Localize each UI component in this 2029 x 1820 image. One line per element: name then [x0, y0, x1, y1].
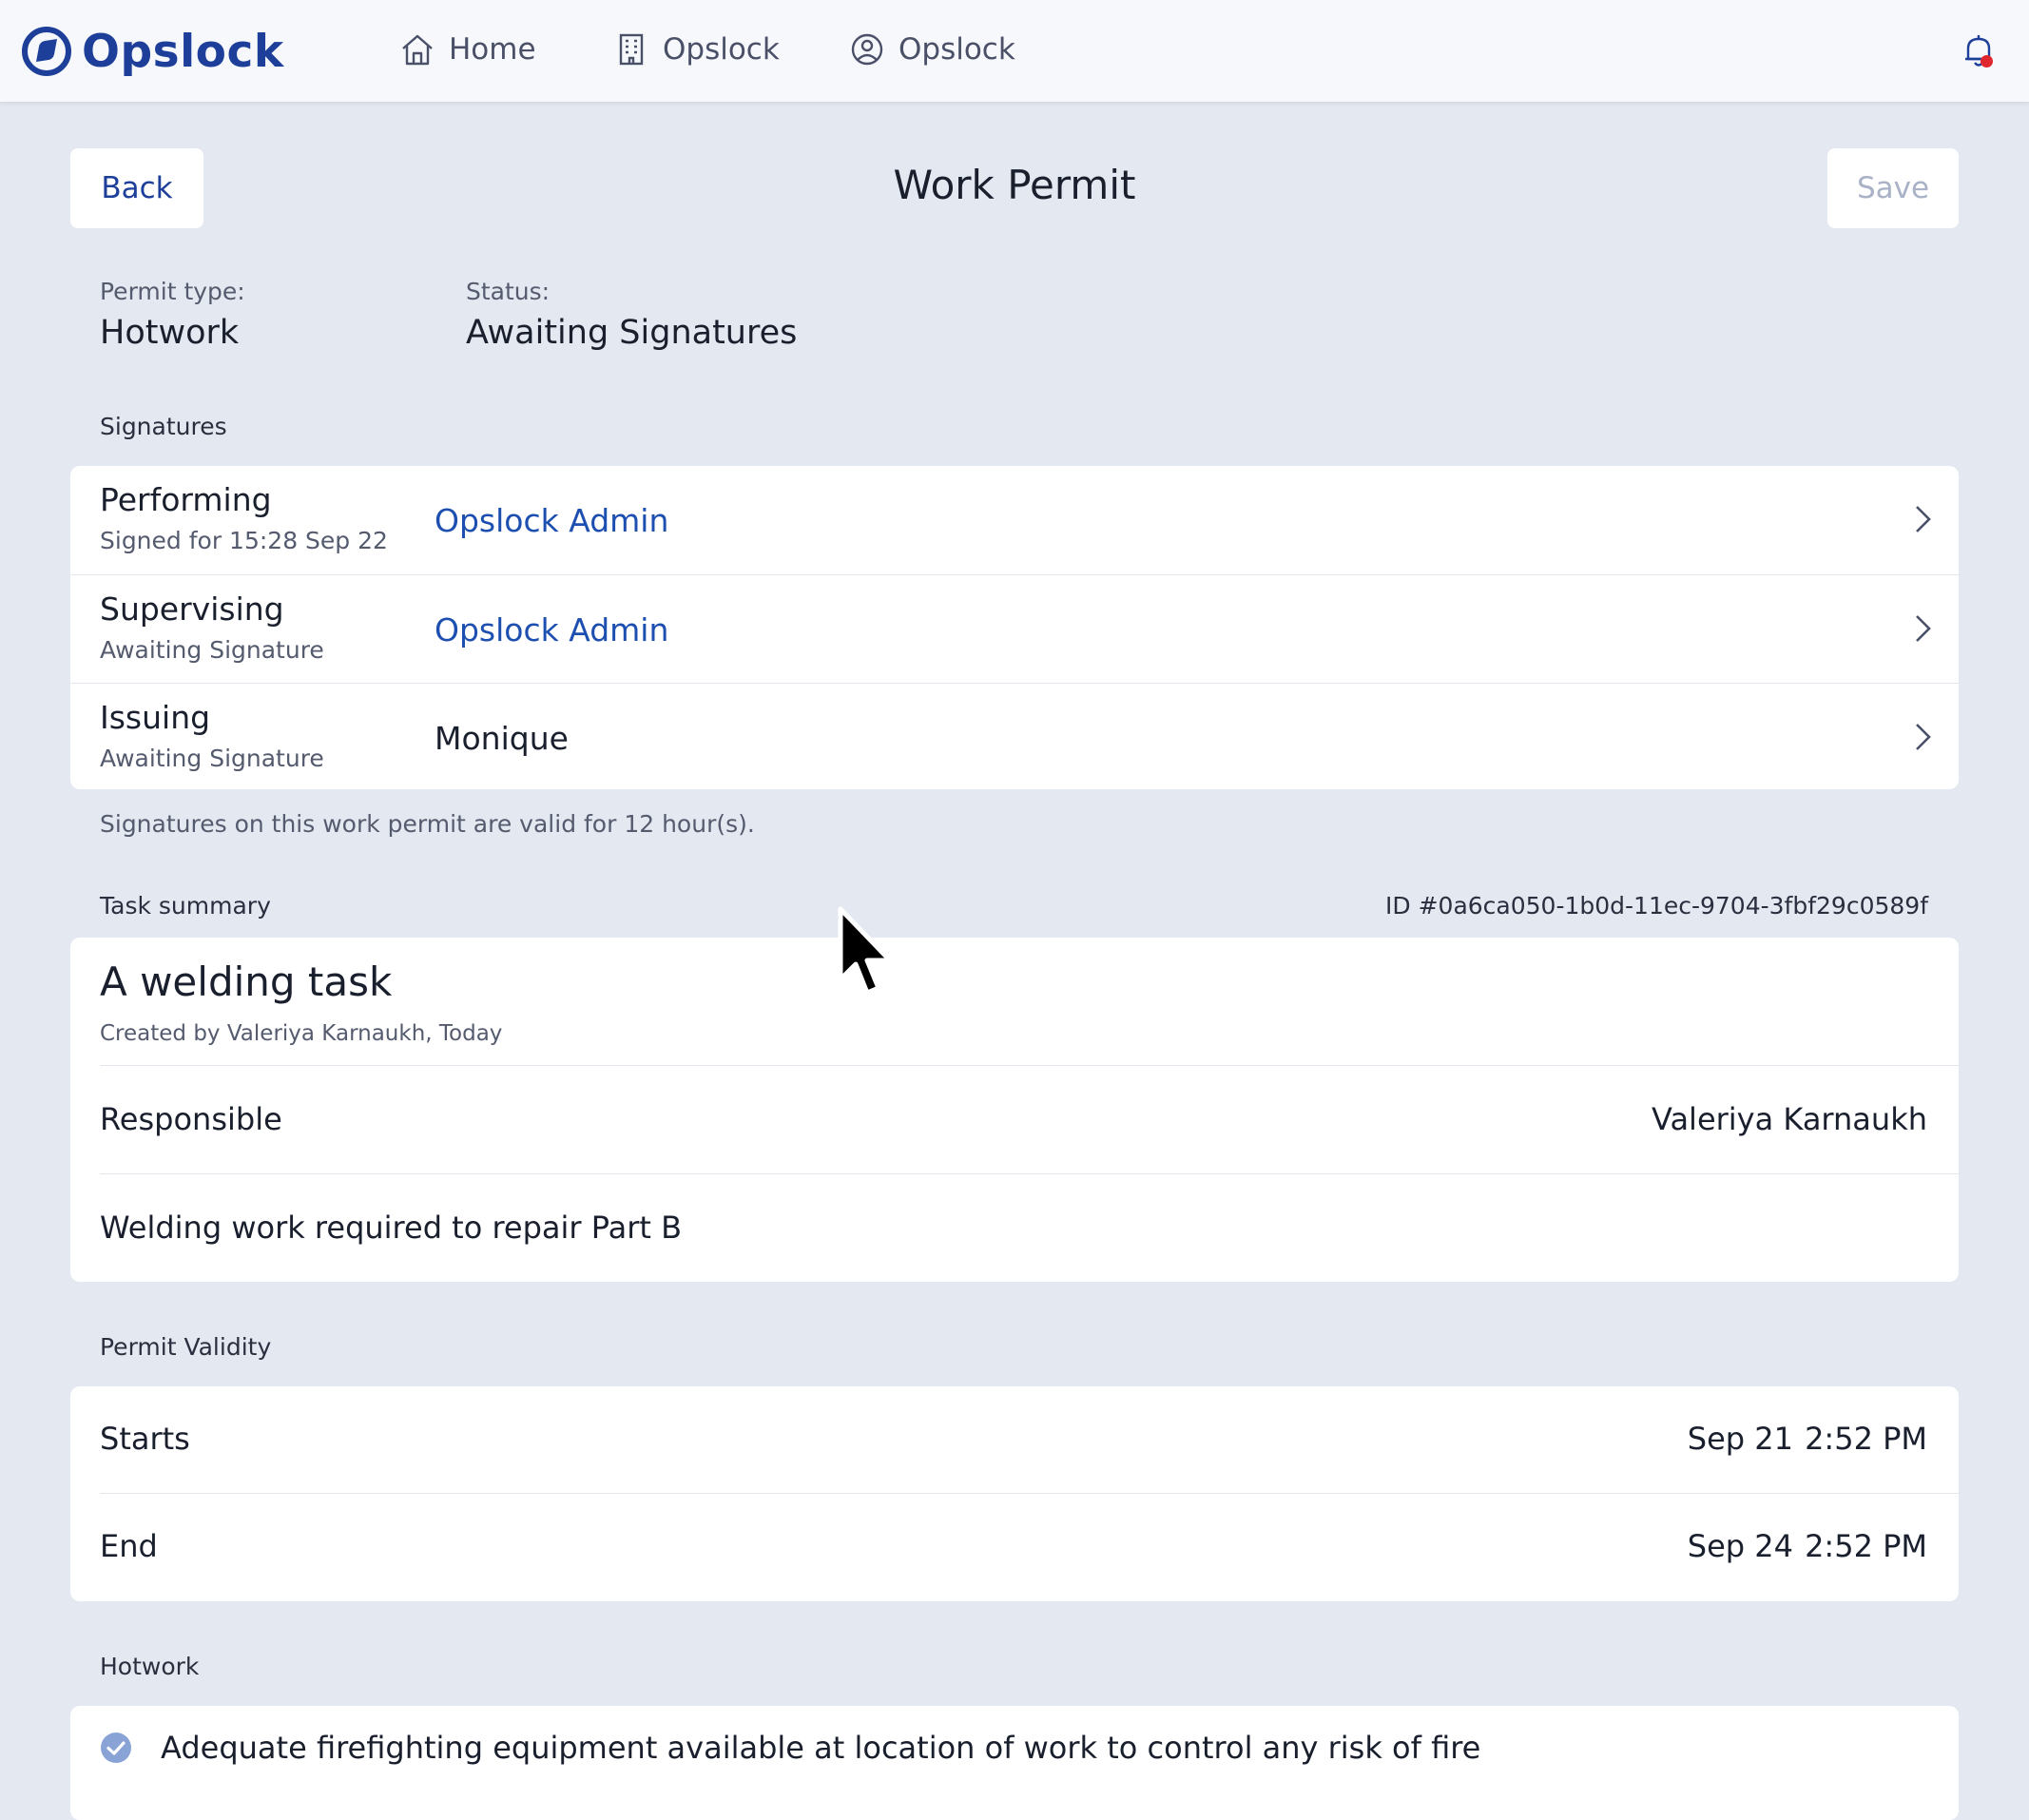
page-title: Work Permit	[893, 162, 1136, 208]
bell-icon[interactable]	[1959, 30, 1999, 70]
signatures-card: Performing Signed for 15:28 Sep 22 Opslo…	[70, 466, 1959, 789]
hotwork-card: Adequate firefighting equipment availabl…	[70, 1706, 1959, 1820]
end-label: End	[100, 1528, 158, 1564]
logo-text: Opslock	[82, 25, 284, 78]
starts-date: Sep 21	[1687, 1421, 1793, 1457]
responsible-label: Responsible	[100, 1101, 282, 1137]
top-navigation-bar: Opslock Home Opslock Opslock	[0, 0, 2029, 103]
logo[interactable]: Opslock	[21, 23, 284, 80]
signature-row-issuing[interactable]: Issuing Awaiting Signature Monique	[70, 683, 1959, 789]
divider	[100, 1065, 1959, 1066]
nav-profile-label: Opslock	[899, 32, 1015, 67]
nav-home-label: Home	[449, 32, 536, 67]
signature-row-supervising[interactable]: Supervising Awaiting Signature Opslock A…	[70, 574, 1959, 683]
task-created-by: Created by Valeriya Karnaukh, Today	[100, 1021, 503, 1046]
task-summary-card: A welding task Created by Valeriya Karna…	[70, 938, 1959, 1282]
notification-dot	[1981, 55, 1993, 68]
nav-home[interactable]: Home	[399, 27, 536, 72]
check-circle-icon[interactable]	[100, 1732, 132, 1764]
mouse-cursor-icon	[838, 906, 893, 996]
chevron-right-icon	[1916, 506, 1931, 532]
permit-validity-card: Starts Sep 21 2:52 PM End Sep 24 2:52 PM	[70, 1386, 1959, 1601]
responsible-value: Valeriya Karnaukh	[1652, 1101, 1927, 1137]
hotwork-checklist-text: Adequate firefighting equipment availabl…	[161, 1730, 1481, 1766]
signature-status: Signed for 15:28 Sep 22	[100, 527, 388, 554]
task-id: ID #0a6ca050-1b0d-11ec-9704-3fbf29c0589f	[1385, 892, 1928, 920]
status-value: Awaiting Signatures	[466, 314, 798, 352]
signatures-validity-note: Signatures on this work permit are valid…	[100, 810, 755, 838]
hotwork-section-label: Hotwork	[100, 1653, 200, 1680]
chevron-right-icon	[1916, 724, 1931, 750]
save-button[interactable]: Save	[1827, 148, 1959, 228]
signatures-section-label: Signatures	[100, 413, 227, 440]
signature-person[interactable]: Opslock Admin	[435, 611, 668, 649]
user-circle-icon	[851, 33, 883, 66]
task-summary-section-label: Task summary	[100, 892, 271, 920]
signature-status: Awaiting Signature	[100, 636, 324, 664]
task-description: Welding work required to repair Part B	[100, 1210, 683, 1246]
permit-validity-section-label: Permit Validity	[100, 1333, 272, 1361]
permit-type-label: Permit type:	[100, 278, 245, 305]
status-label: Status:	[466, 278, 551, 305]
permit-type-value: Hotwork	[100, 314, 240, 352]
opslock-logo-icon	[22, 27, 71, 76]
validity-row-end[interactable]: End Sep 24 2:52 PM	[70, 1494, 1959, 1600]
end-time: 2:52 PM	[1805, 1528, 1927, 1564]
signature-person: Monique	[435, 720, 569, 757]
end-date: Sep 24	[1687, 1528, 1793, 1564]
nav-profile[interactable]: Opslock	[849, 27, 1015, 72]
hotwork-checklist-item[interactable]: Adequate firefighting equipment availabl…	[100, 1727, 1480, 1769]
validity-row-starts[interactable]: Starts Sep 21 2:52 PM	[70, 1386, 1959, 1493]
starts-time: 2:52 PM	[1805, 1421, 1927, 1457]
signature-role: Supervising	[100, 591, 284, 628]
signature-role: Issuing	[100, 699, 211, 736]
signature-role: Performing	[100, 481, 272, 518]
starts-label: Starts	[100, 1421, 190, 1457]
chevron-right-icon	[1916, 615, 1931, 642]
signature-status: Awaiting Signature	[100, 745, 324, 772]
signature-person[interactable]: Opslock Admin	[435, 502, 668, 539]
building-icon	[619, 33, 644, 66]
home-icon	[402, 34, 433, 66]
signature-row-performing[interactable]: Performing Signed for 15:28 Sep 22 Opslo…	[70, 466, 1959, 574]
nav-organization[interactable]: Opslock	[613, 27, 780, 72]
divider	[100, 1173, 1959, 1174]
nav-organization-label: Opslock	[663, 32, 780, 67]
task-title: A welding task	[100, 958, 393, 1005]
